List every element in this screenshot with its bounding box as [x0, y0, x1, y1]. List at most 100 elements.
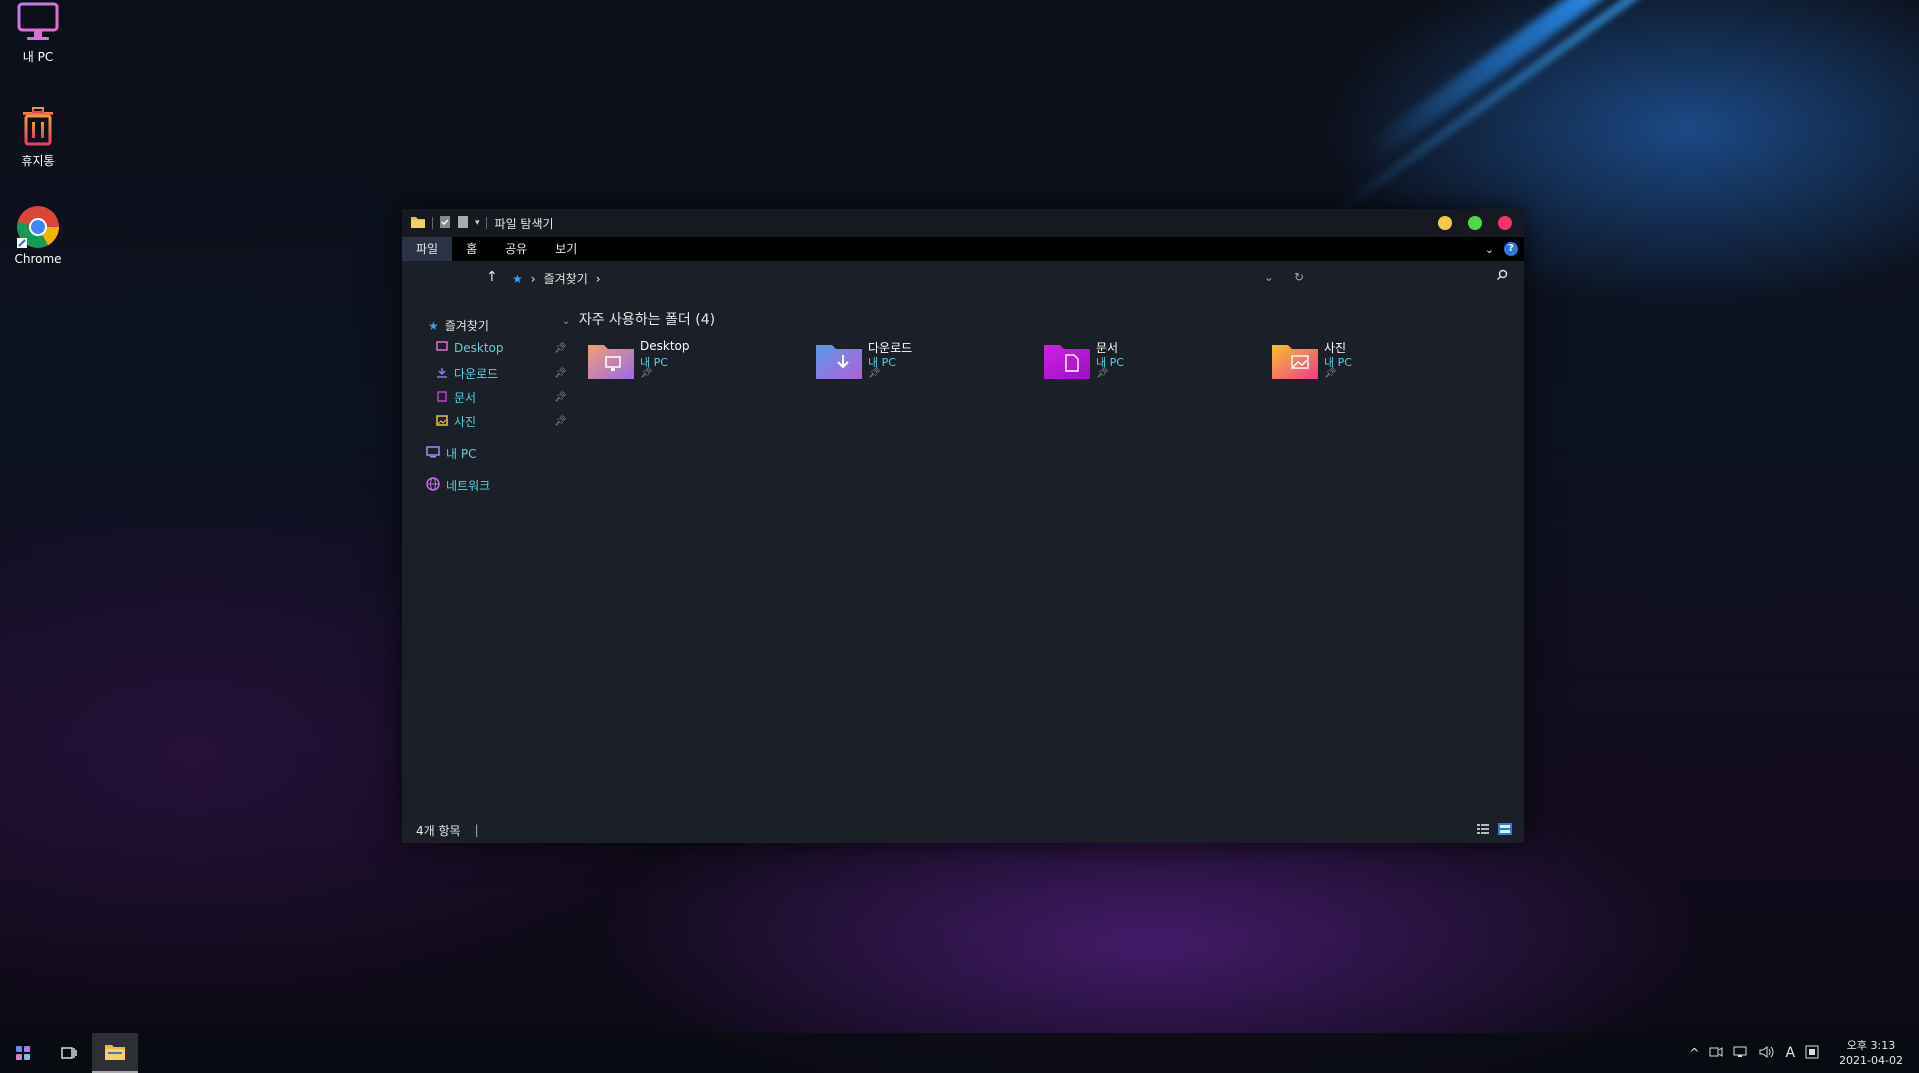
chrome-icon [15, 204, 61, 250]
file-explorer-icon [105, 1045, 125, 1060]
desktop-icon-label: Chrome [14, 252, 62, 266]
desktop-icon-chrome[interactable]: Chrome [8, 204, 68, 266]
nav-item-label: 다운로드 [454, 367, 499, 381]
chevron-right-icon[interactable]: › [596, 272, 601, 286]
breadcrumb[interactable]: ★ › 즐겨찾기 › [512, 270, 601, 287]
help-button[interactable]: ? [1504, 242, 1518, 256]
search-icon[interactable] [1496, 269, 1508, 284]
windows-start-icon [16, 1046, 30, 1060]
quick-access-toolbar: ▾ [410, 215, 487, 232]
monitor-icon [15, 0, 61, 46]
nav-item-network[interactable]: 네트워크 [426, 477, 490, 494]
nav-item-documents[interactable]: 문서 📌︎ [436, 389, 576, 406]
nav-item-label: 사진 [454, 415, 477, 429]
clock-time: 오후 3:13 [1846, 1039, 1896, 1052]
pin-icon: 📌︎ [640, 368, 653, 379]
wallpaper-streak [1362, 0, 1716, 164]
nav-item-label: 즐겨찾기 [444, 319, 489, 333]
address-bar: ↑ ★ › 즐겨찾기 › ⌄ ↻ [402, 261, 1524, 295]
minimize-button[interactable] [1438, 216, 1452, 230]
tab-share[interactable]: 공유 [491, 237, 541, 261]
folder-tile-pictures[interactable]: 사진 내 PC 📌︎ [1272, 339, 1472, 389]
globe-icon [426, 477, 440, 494]
pictures-folder-icon [1272, 343, 1318, 379]
customize-dropdown-icon[interactable]: ▾ [475, 218, 480, 228]
breadcrumb-segment[interactable]: 즐겨찾기 [544, 270, 588, 287]
title-bar[interactable]: ▾ 파일 탐색기 [402, 209, 1524, 237]
nav-item-label: 네트워크 [446, 479, 491, 493]
section-title: 자주 사용하는 폴더 (4) [578, 312, 716, 328]
item-count: 4개 항목 [416, 823, 461, 838]
taskbar-file-explorer[interactable] [92, 1033, 138, 1073]
address-history-dropdown-icon[interactable]: ⌄ [1264, 270, 1274, 284]
document-icon [436, 390, 448, 405]
nav-item-label: Desktop [454, 341, 504, 355]
tab-view[interactable]: 보기 [541, 237, 591, 261]
refresh-icon[interactable]: ↻ [1294, 270, 1304, 284]
pin-icon: 📌︎ [868, 368, 881, 379]
folder-tile-documents[interactable]: 문서 내 PC 📌︎ [1044, 339, 1244, 389]
status-separator: | [474, 823, 479, 837]
task-view-button[interactable] [46, 1033, 92, 1073]
monitor-icon [426, 446, 440, 461]
up-arrow-icon[interactable]: ↑ [486, 269, 498, 285]
documents-folder-icon [1044, 343, 1090, 379]
picture-icon [436, 414, 448, 429]
window-title: 파일 탐색기 [494, 216, 554, 231]
desktop-icon-this-pc[interactable]: 내 PC [8, 0, 68, 65]
input-method-indicator[interactable]: A [1785, 1045, 1795, 1061]
pin-icon: 📌︎ [1096, 368, 1109, 379]
clock[interactable]: 오후 3:13 2021-04-02 [1839, 1038, 1903, 1068]
nav-item-label: 내 PC [446, 447, 477, 461]
pin-icon: 📌︎ [1324, 368, 1337, 379]
toolbar-separator [432, 217, 433, 229]
download-icon [436, 367, 448, 381]
meet-now-icon[interactable] [1709, 1046, 1723, 1061]
folder-tile-desktop[interactable]: Desktop 내 PC 📌︎ [588, 339, 788, 389]
desktop-icon-label: 휴지통 [21, 154, 55, 168]
ribbon-tabs: 파일 홈 공유 보기 ⌄ ? [402, 237, 1524, 261]
tab-file[interactable]: 파일 [402, 237, 453, 261]
new-folder-icon[interactable] [457, 215, 469, 232]
desktop-icon [436, 341, 448, 355]
desktop-icon-label: 내 PC [22, 50, 54, 64]
folder-icon [410, 215, 426, 232]
desktop-folder-icon [588, 343, 634, 379]
maximize-button[interactable] [1468, 216, 1482, 230]
volume-icon[interactable] [1759, 1045, 1775, 1061]
star-icon: ★ [512, 271, 523, 286]
start-button[interactable] [0, 1033, 46, 1073]
window-controls [1438, 216, 1512, 230]
details-view-icon[interactable] [1476, 823, 1490, 838]
taskbar: ^ A 오후 3:13 2021-04-02 [0, 1033, 1919, 1073]
section-header[interactable]: ⌄ 자주 사용하는 폴더 (4) [562, 309, 715, 329]
properties-icon[interactable] [439, 215, 451, 232]
ime-mode-icon[interactable] [1805, 1045, 1819, 1062]
network-icon[interactable] [1733, 1046, 1749, 1061]
close-button[interactable] [1498, 216, 1512, 230]
clock-date: 2021-04-02 [1839, 1054, 1903, 1067]
nav-item-this-pc[interactable]: 내 PC [426, 445, 476, 462]
file-explorer-window: ▾ 파일 탐색기 파일 홈 공유 보기 ⌄ ? ↑ ★ › 즐겨찾기 › ⌄ ↻ [402, 209, 1524, 843]
chevron-right-icon: › [530, 271, 536, 286]
nav-item-downloads[interactable]: 다운로드 📌︎ [436, 365, 576, 382]
system-tray: ^ A 오후 3:13 2021-04-02 [1689, 1038, 1903, 1068]
folder-tile-downloads[interactable]: 다운로드 내 PC 📌︎ [816, 339, 1016, 389]
nav-item-quick-access[interactable]: ★ 즐겨찾기 [428, 317, 489, 334]
tab-home[interactable]: 홈 [452, 237, 491, 261]
large-icons-view-icon[interactable] [1498, 823, 1512, 838]
desktop-icon-recycle-bin[interactable]: 휴지통 [8, 104, 68, 169]
nav-item-pictures[interactable]: 사진 📌︎ [436, 413, 576, 430]
toolbar-separator [485, 217, 487, 229]
trash-icon [15, 104, 61, 150]
chevron-up-icon[interactable]: ^ [1689, 1046, 1699, 1060]
nav-item-desktop[interactable]: Desktop 📌︎ [436, 341, 576, 355]
folder-name: Desktop [640, 339, 690, 353]
status-bar: 4개 항목 | [402, 817, 1524, 843]
expand-ribbon-icon[interactable]: ⌄ [1485, 243, 1494, 256]
star-icon: ★ [428, 318, 439, 333]
nav-item-label: 문서 [454, 391, 477, 405]
chevron-down-icon: ⌄ [562, 316, 571, 327]
downloads-folder-icon [816, 343, 862, 379]
content-pane: ⌄ 자주 사용하는 폴더 (4) Desktop 내 PC 📌︎ 다운로드 내 … [562, 295, 1524, 817]
